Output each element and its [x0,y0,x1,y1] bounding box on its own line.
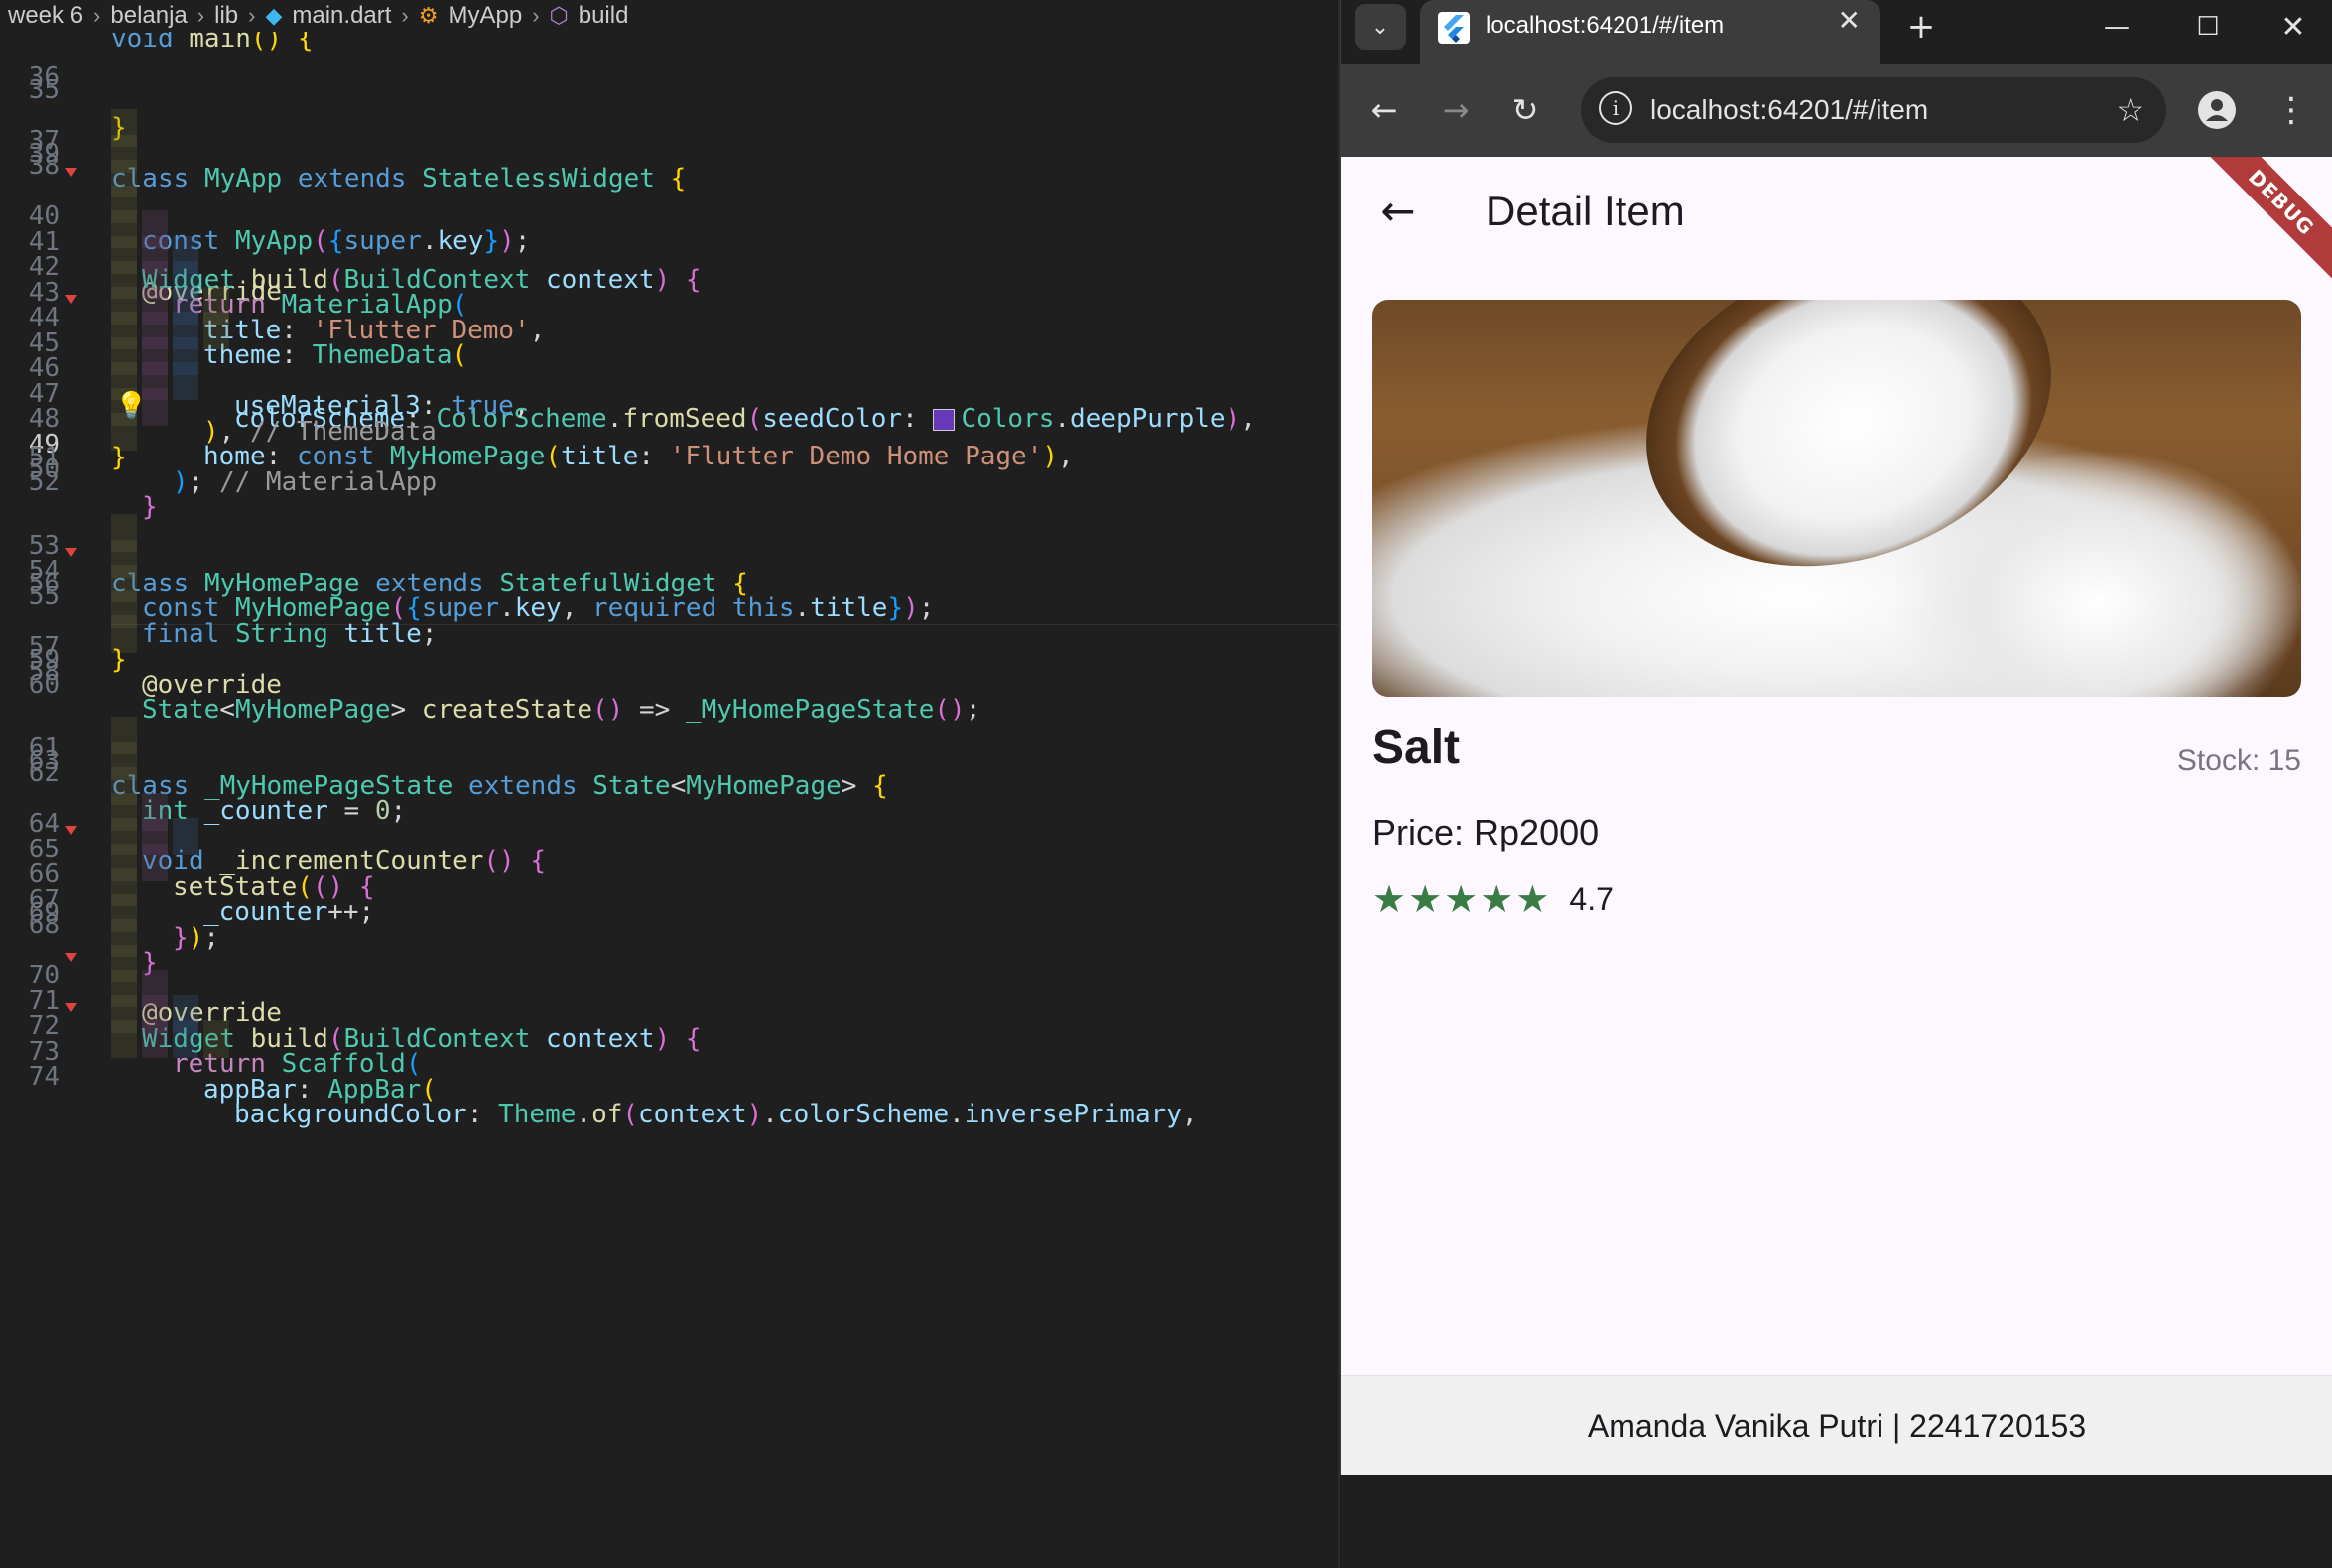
breadcrumb: week 6 › belanja › lib › ◆ main.dart › ⚙… [0,0,1338,32]
chevron-right-icon: › [196,3,205,28]
close-icon[interactable]: ✕ [1838,4,1861,37]
address-bar[interactable]: i localhost:64201/#/item ☆ [1581,77,2166,143]
minimize-icon[interactable]: — [2071,0,2162,54]
star-icon: ★ [1408,877,1443,921]
footer: Amanda Vanika Putri | 2241720153 [1341,1375,2332,1475]
breadcrumb-item[interactable]: belanja [110,2,187,30]
arrow-left-icon[interactable]: ← [1368,181,1428,240]
browser-window: ⌄ localhost:64201/#/item ✕ + — ☐ ✕ ← → ↻… [1340,0,2332,1475]
breadcrumb-item[interactable]: main.dart [292,2,391,30]
flutter-icon [1438,12,1470,44]
chevron-right-icon: › [93,3,101,28]
breadcrumb-item[interactable]: build [579,2,629,30]
url-text[interactable]: localhost:64201/#/item [1650,77,1928,143]
rating-row: ★ ★ ★ ★ ★ 4.7 [1372,879,1614,919]
item-stock: Stock: 15 [2176,744,2301,777]
info-icon[interactable]: i [1599,91,1632,125]
window-close-icon[interactable]: ✕ [2254,0,2332,54]
arrow-right-icon[interactable]: → [1426,64,1486,157]
fold-marker-icon[interactable] [65,168,77,177]
tab-title: localhost:64201/#/item [1486,12,1725,39]
page-title: Detail Item [1486,188,1685,234]
code-line: 74 backgroundColor: Theme.of(context).co… [0,1020,1338,1129]
star-icon: ★ [1372,877,1407,921]
item-image [1372,300,2301,697]
breadcrumb-item[interactable]: MyApp [448,2,522,30]
star-icon: ★ [1444,877,1479,921]
person-icon[interactable] [2192,85,2242,135]
rating-value: 4.7 [1569,880,1614,917]
chevron-right-icon: › [248,3,256,28]
kebab-menu-icon[interactable]: ⋮ [2271,85,2311,135]
code-area[interactable]: void main() { 35 } 36 37 class MyApp ext… [0,0,1338,1568]
chevron-right-icon: › [401,3,409,28]
dart-file-icon: ◆ [265,3,283,28]
tab-bar: ⌄ localhost:64201/#/item ✕ + — ☐ ✕ [1341,0,2332,64]
maximize-icon[interactable]: ☐ [2162,0,2254,54]
item-name: Salt [1372,721,1461,774]
method-icon: ⬡ [549,3,569,28]
app-bar: ← Detail Item [1341,157,2332,266]
reload-icon[interactable]: ↻ [1495,64,1555,157]
star-icon: ★ [1515,877,1550,921]
breadcrumb-item[interactable]: week 6 [8,2,83,30]
browser-toolbar: ← → ↻ i localhost:64201/#/item ☆ ⋮ [1341,64,2332,157]
star-icon[interactable]: ☆ [2116,77,2144,143]
code-editor[interactable]: void main() { 35 } 36 37 class MyApp ext… [0,0,1338,1568]
chevron-down-icon[interactable]: ⌄ [1355,4,1406,50]
app-page: ← Detail Item DEBUG Salt Stock: 15 Price… [1341,157,2332,1475]
class-icon: ⚙ [418,3,439,28]
chevron-right-icon: › [532,3,540,28]
plus-icon[interactable]: + [1896,4,1946,50]
browser-tab[interactable]: localhost:64201/#/item ✕ [1420,0,1880,64]
arrow-left-icon[interactable]: ← [1355,64,1414,157]
breadcrumb-item[interactable]: lib [214,2,238,30]
star-icon: ★ [1480,877,1514,921]
item-price: Price: Rp2000 [1372,812,1600,852]
